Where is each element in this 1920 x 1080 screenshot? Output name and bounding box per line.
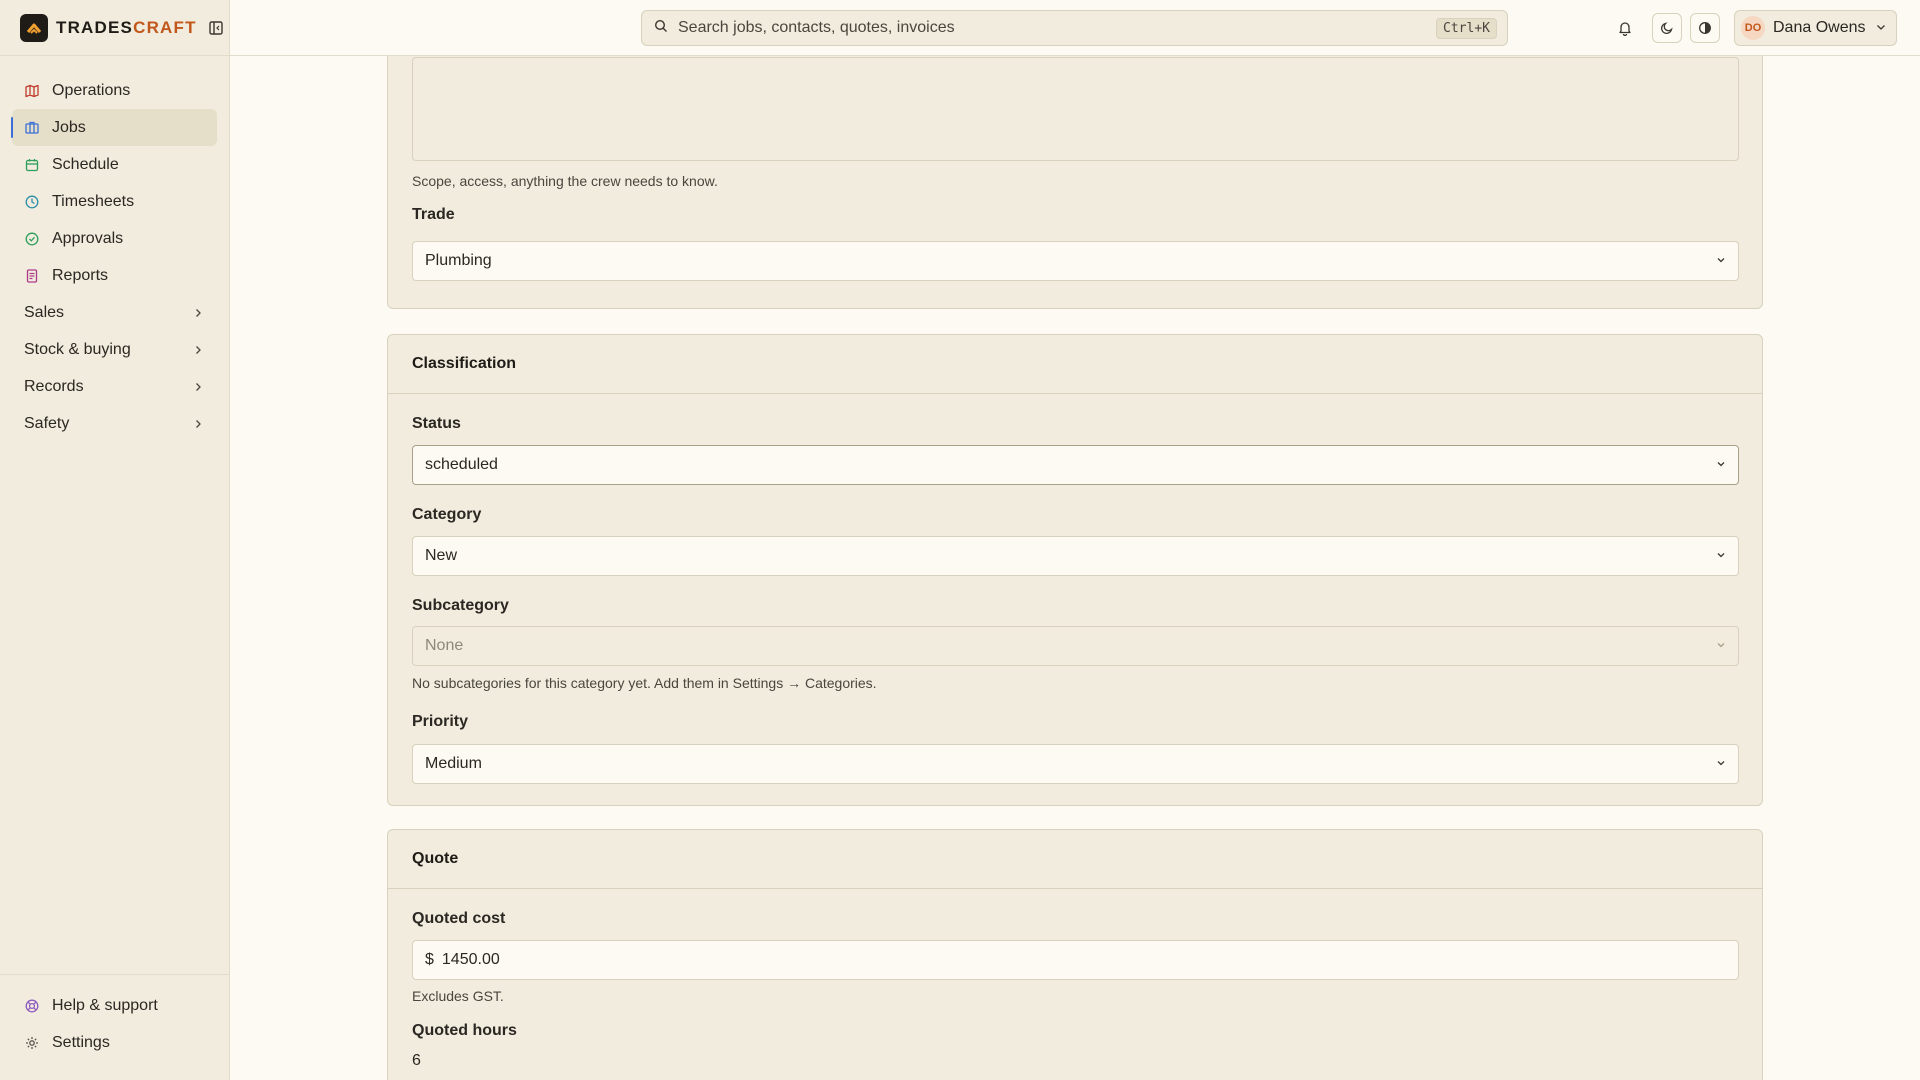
clock-icon xyxy=(24,194,40,210)
topbar: Search jobs, contacts, quotes, invoices … xyxy=(230,0,1920,56)
quoted-cost-value: 1450.00 xyxy=(441,951,500,968)
quote-card: Quote Quoted cost $ 1450.00 Excludes GST… xyxy=(387,829,1763,1080)
sidebar-nav: Operations Jobs Schedule Timesheets Appr… xyxy=(11,72,217,442)
chevron-down-icon xyxy=(1716,755,1726,773)
category-value: New xyxy=(425,547,458,564)
quote-title: Quote xyxy=(388,830,1762,889)
brand-name-main: TRADES xyxy=(56,17,134,37)
subcategory-select: None xyxy=(412,626,1739,666)
sidebar-group-label: Stock & buying xyxy=(24,340,131,358)
category-select[interactable]: New xyxy=(412,536,1739,576)
sidebar-item-label: Reports xyxy=(52,266,109,284)
user-name: Dana Owens xyxy=(1773,19,1866,36)
sidebar-item-label: Timesheets xyxy=(52,192,135,210)
sidebar-group-label: Records xyxy=(24,377,84,395)
trade-label: Trade xyxy=(412,206,455,223)
sidebar-group-sales[interactable]: Sales xyxy=(12,294,217,331)
brand-name[interactable]: TRADESCRAFT xyxy=(56,18,197,38)
subcategory-hint: No subcategories for this category yet. … xyxy=(412,675,877,691)
sidebar-item-label: Schedule xyxy=(52,155,119,173)
trade-select[interactable]: Plumbing xyxy=(412,241,1739,281)
chevron-down-icon xyxy=(1716,456,1726,474)
chevron-down-icon xyxy=(1716,547,1726,565)
document-icon xyxy=(24,268,40,284)
sidebar-item-help-support[interactable]: Help & support xyxy=(12,987,217,1024)
chevron-right-icon xyxy=(193,342,203,358)
notes-hint: Scope, access, anything the crew needs t… xyxy=(412,173,718,189)
chevron-right-icon xyxy=(193,416,203,432)
briefcase-icon xyxy=(24,120,40,136)
sidebar-item-label: Jobs xyxy=(52,118,86,136)
search-placeholder: Search jobs, contacts, quotes, invoices xyxy=(678,19,955,36)
main-content: Scope, access, anything the crew needs t… xyxy=(230,56,1920,1080)
chevron-down-icon xyxy=(1876,19,1886,37)
sidebar-group-label: Safety xyxy=(24,414,70,432)
sidebar-item-reports[interactable]: Reports xyxy=(12,257,217,294)
category-label: Category xyxy=(412,506,482,523)
sidebar-group-records[interactable]: Records xyxy=(12,368,217,405)
classification-card: Classification Status scheduled Category… xyxy=(387,334,1763,806)
trade-value: Plumbing xyxy=(425,252,492,269)
calendar-icon xyxy=(24,157,40,173)
chevron-right-icon xyxy=(193,305,203,321)
subcategory-value: None xyxy=(425,637,464,654)
priority-label: Priority xyxy=(412,713,469,730)
user-menu-button[interactable]: DO Dana Owens xyxy=(1734,10,1897,46)
map-icon xyxy=(24,83,40,99)
sidebar-item-label: Settings xyxy=(52,1033,110,1051)
chevron-down-icon xyxy=(1716,637,1726,655)
chevron-right-icon xyxy=(193,379,203,395)
sidebar-item-schedule[interactable]: Schedule xyxy=(12,146,217,183)
brand-logo-icon[interactable] xyxy=(20,13,48,42)
search-input[interactable]: Search jobs, contacts, quotes, invoices … xyxy=(641,10,1508,46)
search-icon xyxy=(654,19,668,38)
notifications-bell-icon[interactable] xyxy=(1610,13,1640,43)
sidebar-item-label: Help & support xyxy=(52,996,158,1014)
sidebar-item-label: Operations xyxy=(52,81,131,99)
classification-title: Classification xyxy=(388,335,1762,394)
sidebar-footer: Help & support Settings xyxy=(0,974,229,1080)
quoted-hours-value[interactable]: 6 xyxy=(412,1052,421,1070)
sidebar-item-timesheets[interactable]: Timesheets xyxy=(12,183,217,220)
contrast-icon[interactable] xyxy=(1690,13,1720,43)
dark-mode-moon-icon[interactable] xyxy=(1652,13,1682,43)
priority-select[interactable]: Medium xyxy=(412,744,1739,784)
sidebar-item-operations[interactable]: Operations xyxy=(12,72,217,109)
notes-textarea[interactable] xyxy=(412,57,1739,161)
sidebar-group-safety[interactable]: Safety xyxy=(12,405,217,442)
sidebar-item-jobs[interactable]: Jobs xyxy=(11,109,217,146)
currency-prefix: $ xyxy=(425,951,434,968)
chevron-down-icon xyxy=(1716,252,1726,270)
brand-name-accent: CRAFT xyxy=(133,17,197,37)
brand: TRADESCRAFT xyxy=(0,0,229,56)
sidebar-item-label: Approvals xyxy=(52,229,124,247)
sidebar: TRADESCRAFT Operations Jobs Schedule Tim… xyxy=(0,0,230,1080)
status-value: scheduled xyxy=(425,456,498,473)
details-card: Scope, access, anything the crew needs t… xyxy=(387,56,1763,309)
quoted-cost-input[interactable]: $ 1450.00 xyxy=(412,940,1739,980)
lifebuoy-icon xyxy=(24,998,40,1014)
quoted-hours-label: Quoted hours xyxy=(412,1022,517,1039)
priority-value: Medium xyxy=(425,755,482,772)
sidebar-group-stock-buying[interactable]: Stock & buying xyxy=(12,331,217,368)
sidebar-item-approvals[interactable]: Approvals xyxy=(12,220,217,257)
sidebar-item-settings[interactable]: Settings xyxy=(12,1024,217,1061)
quoted-cost-label: Quoted cost xyxy=(412,910,506,927)
gear-icon xyxy=(24,1035,40,1051)
sidebar-group-label: Sales xyxy=(24,303,65,321)
sidebar-collapse-icon[interactable] xyxy=(207,19,225,37)
check-circle-icon xyxy=(24,231,40,247)
subcategory-label: Subcategory xyxy=(412,597,509,614)
search-shortcut-badge: Ctrl+K xyxy=(1436,17,1497,39)
avatar: DO xyxy=(1741,16,1765,40)
quoted-cost-hint: Excludes GST. xyxy=(412,988,504,1004)
status-select[interactable]: scheduled xyxy=(412,445,1739,485)
status-label: Status xyxy=(412,415,461,432)
